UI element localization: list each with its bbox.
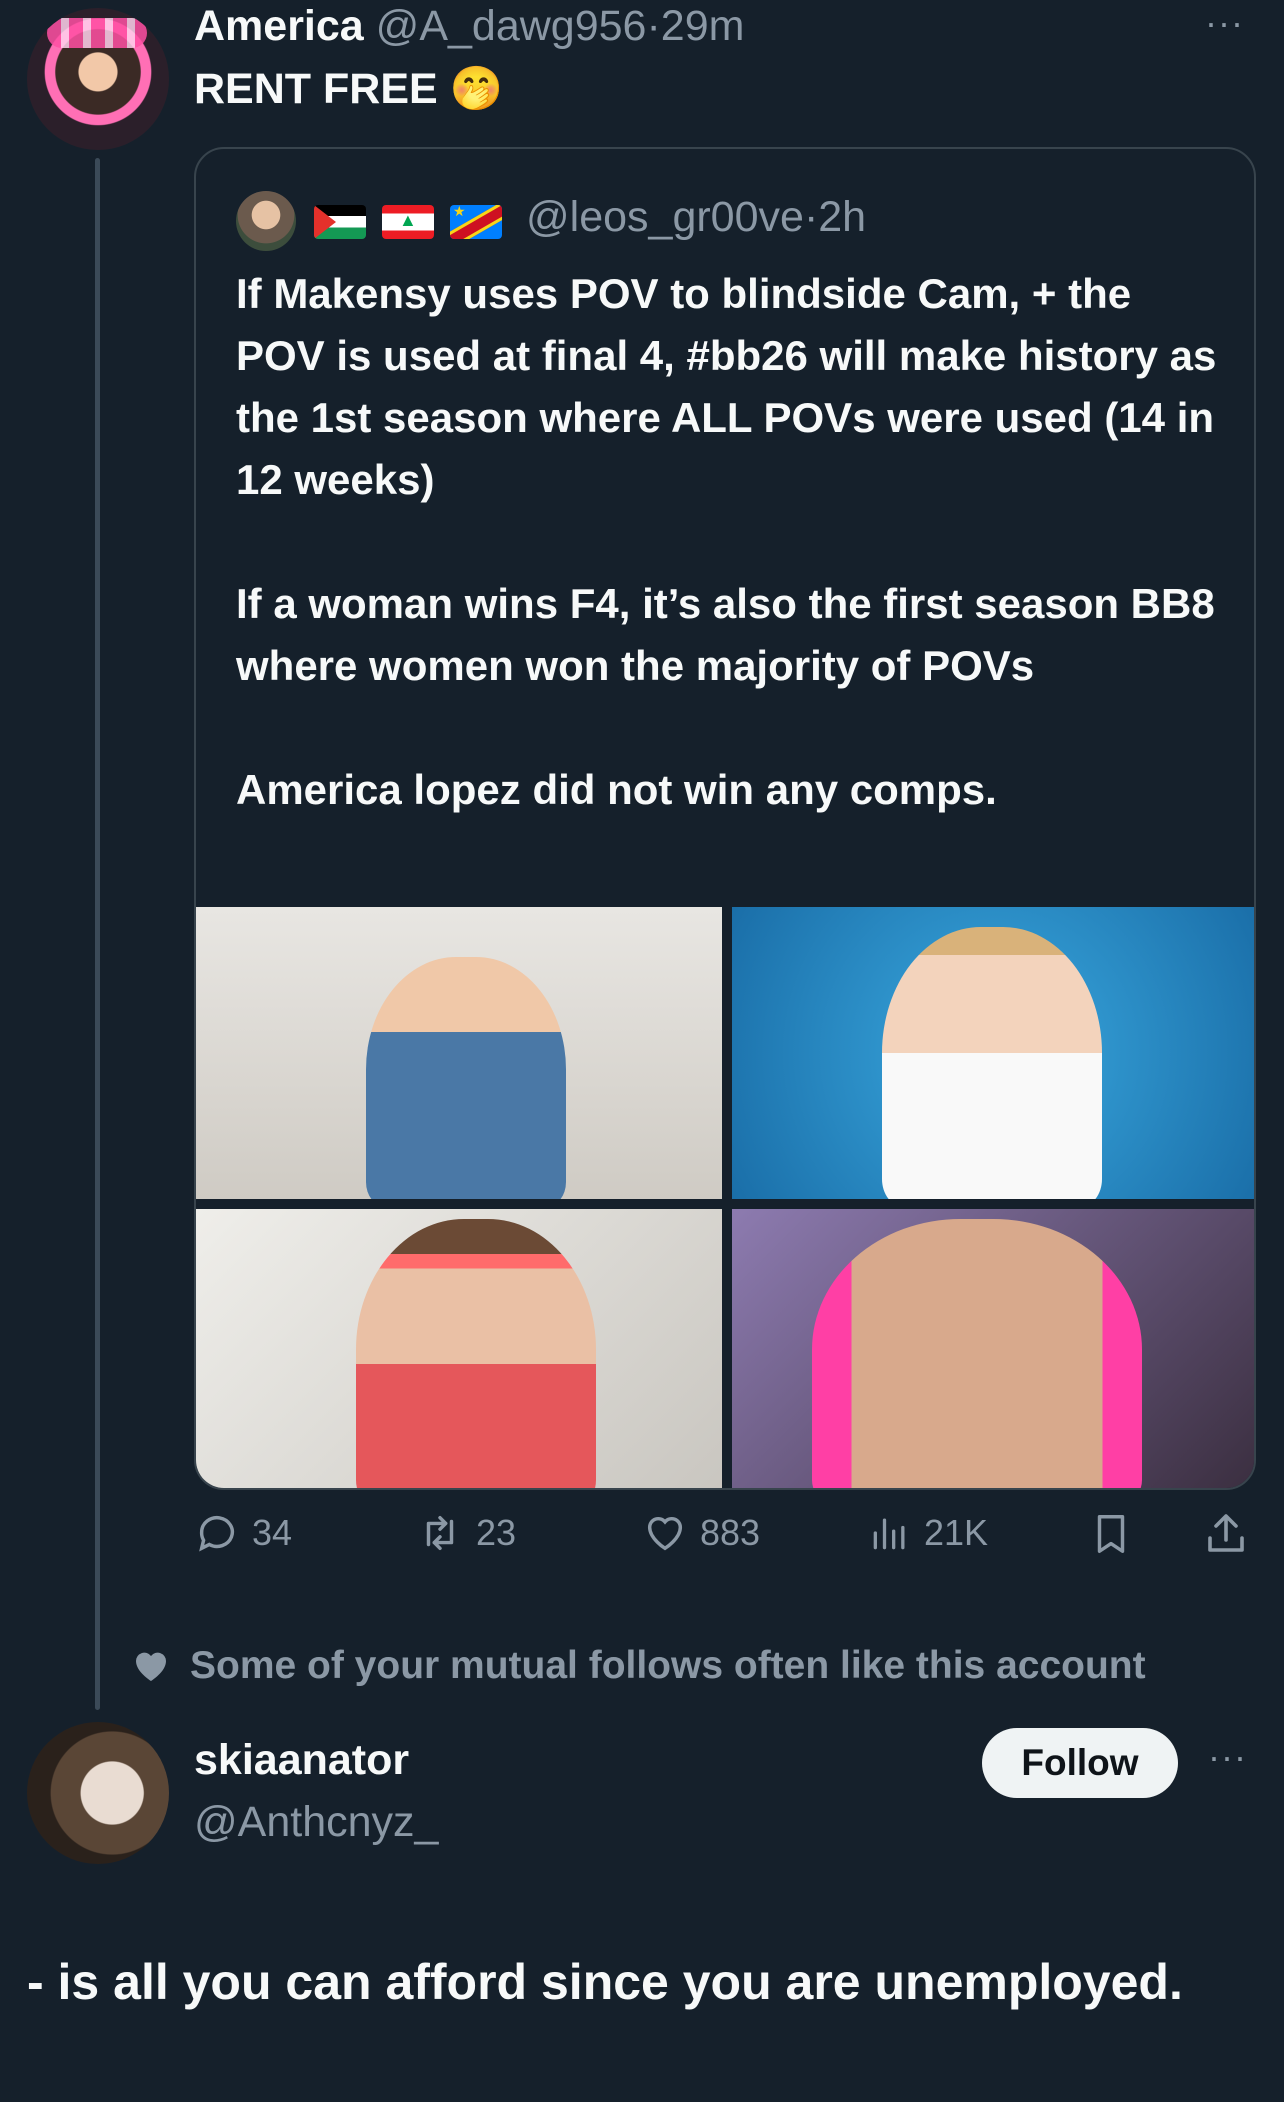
share-icon [1202, 1510, 1250, 1558]
reply-text: - is all you can afford since you are un… [27, 1954, 1183, 2010]
reply-author-handle[interactable]: @Anthcnyz_ [194, 1798, 438, 1847]
quoted-author-handle: @leos_gr00ve [526, 193, 804, 241]
post-text-content: RENT FREE [194, 65, 438, 113]
repost-button[interactable]: 23 [416, 1510, 516, 1556]
palestine-flag-icon [314, 205, 366, 239]
views-button[interactable]: 21K [868, 1510, 988, 1556]
quoted-post-time: 2h [818, 193, 867, 241]
action-bar: 34 23 883 21K [194, 1510, 1256, 1570]
follow-button[interactable]: Follow [982, 1728, 1178, 1798]
more-icon[interactable]: ··· [1208, 1736, 1247, 1778]
share-button[interactable] [1202, 1510, 1250, 1558]
media-image-3[interactable] [196, 1209, 722, 1488]
more-icon[interactable]: ··· [1205, 2, 1244, 44]
bookmark-icon [1088, 1510, 1134, 1558]
quoted-author-avatar [236, 191, 296, 251]
reply-count: 34 [252, 1512, 293, 1553]
reply-author-avatar[interactable] [27, 1722, 169, 1864]
quoted-post-text: If Makensy uses POV to blindside Cam, + … [236, 263, 1226, 821]
lebanon-flag-icon [382, 205, 434, 239]
views-icon [868, 1510, 912, 1556]
quoted-paragraph-3: America lopez did not win any comps. [236, 766, 997, 813]
separator-dot: · [803, 193, 819, 241]
post-text: RENT FREE 🤭 [194, 64, 503, 114]
bookmark-button[interactable] [1088, 1510, 1134, 1558]
author-handle[interactable]: @A_dawg956 [376, 2, 647, 50]
views-count: 21K [924, 1512, 989, 1553]
like-button[interactable]: 883 [642, 1510, 760, 1556]
media-grid [196, 907, 1254, 1488]
social-proof: Some of your mutual follows often like t… [130, 1644, 1146, 1688]
separator-dot: · [646, 2, 661, 50]
repost-count: 23 [476, 1512, 517, 1553]
thread-line [95, 158, 100, 1710]
quoted-author-meta: @leos_gr00ve·2h [526, 193, 866, 242]
quoted-paragraph-2: If a woman wins F4, it’s also the first … [236, 580, 1215, 689]
quoted-post-card[interactable]: @leos_gr00ve·2h If Makensy uses POV to b… [194, 147, 1256, 1490]
reply-icon [194, 1510, 240, 1556]
like-icon [642, 1510, 688, 1556]
reply-button[interactable]: 34 [194, 1510, 292, 1556]
like-count: 883 [700, 1512, 761, 1553]
author-avatar[interactable] [27, 8, 169, 150]
dr-congo-flag-icon [450, 205, 502, 239]
repost-icon [416, 1510, 464, 1556]
reply-author-name[interactable]: skiaanator [194, 1736, 409, 1785]
emoji-hand-over-mouth-icon: 🤭 [449, 65, 504, 113]
heart-icon [130, 1646, 172, 1686]
post-header: America @A_dawg956·29m [194, 2, 744, 51]
media-image-4[interactable] [732, 1209, 1254, 1488]
media-image-1[interactable] [196, 907, 722, 1199]
social-proof-text: Some of your mutual follows often like t… [190, 1644, 1146, 1687]
author-name[interactable]: America [194, 2, 364, 50]
media-image-2[interactable] [732, 907, 1254, 1199]
post-time[interactable]: 29m [661, 2, 745, 50]
quoted-paragraph-1: If Makensy uses POV to blindside Cam, + … [236, 270, 1217, 503]
